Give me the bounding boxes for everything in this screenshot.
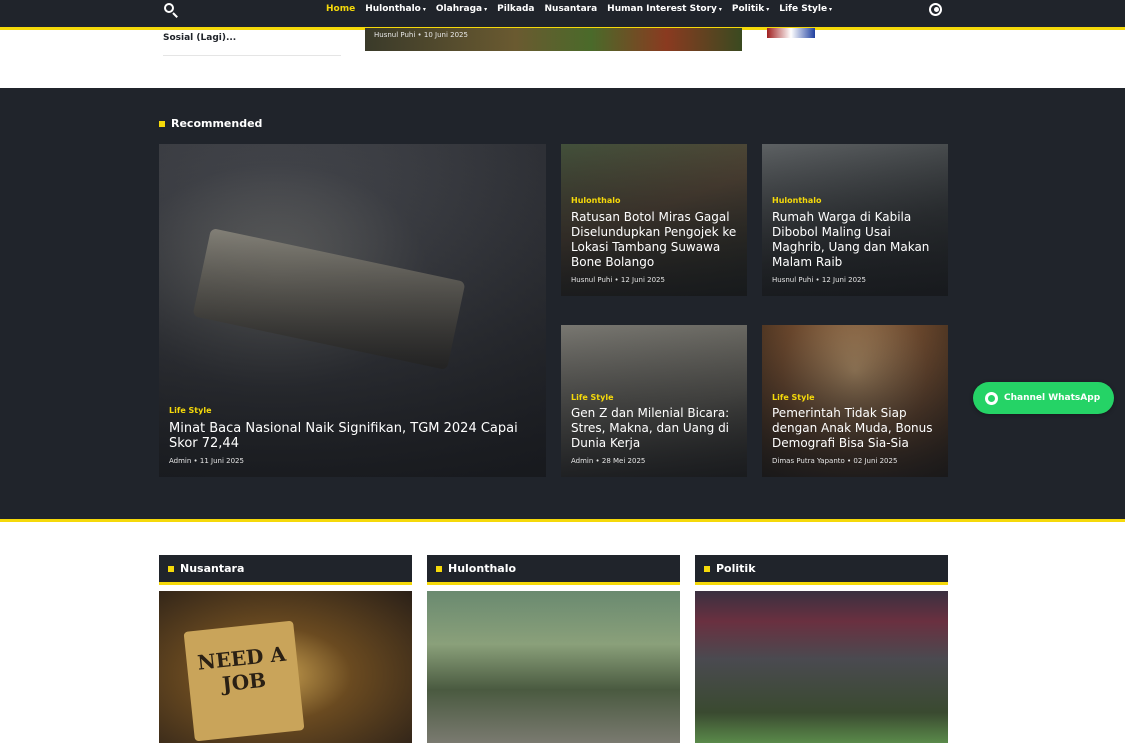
chevron-down-icon: ▾ <box>422 5 426 13</box>
category-label[interactable]: Hulonthalo <box>772 196 821 205</box>
square-bullet-icon <box>436 565 442 572</box>
article-headline[interactable]: Gen Z dan Milenial Bicara: Stres, Makna,… <box>571 406 743 451</box>
chevron-down-icon: ▾ <box>766 5 770 13</box>
whatsapp-label: Channel WhatsApp <box>1004 393 1101 403</box>
article-meta: Admin • 28 Mei 2025 <box>571 457 646 465</box>
article-card[interactable]: Life Style Pemerintah Tidak Siap dengan … <box>762 325 948 477</box>
whatsapp-channel-button[interactable]: Channel WhatsApp <box>973 382 1114 414</box>
nav-item-olahraga[interactable]: Olahraga ▾ <box>436 4 487 14</box>
category-label[interactable]: Hulonthalo <box>571 196 620 205</box>
article-thumbnail[interactable] <box>767 28 815 38</box>
nav-item-home[interactable]: Home <box>326 4 355 14</box>
nav-item-politik[interactable]: Politik ▾ <box>732 4 769 14</box>
globe-icon[interactable] <box>929 3 942 16</box>
square-bullet-icon <box>168 565 174 572</box>
category-header[interactable]: Politik <box>695 555 948 582</box>
nav-item-hulonthalo[interactable]: Hulonthalo ▾ <box>365 4 426 14</box>
article-card[interactable]: Life Style Gen Z dan Milenial Bicara: St… <box>561 325 747 477</box>
section-accent-stripe <box>0 519 1125 522</box>
square-bullet-icon <box>704 565 710 572</box>
nav-item-life-style[interactable]: Life Style ▾ <box>779 4 832 14</box>
article-meta: Husnul Puhi • 10 Juni 2025 <box>374 31 468 39</box>
article-meta: Dimas Putra Yapanto • 02 Juni 2025 <box>772 457 898 465</box>
cardboard-sign: NEED A JOB <box>183 620 305 742</box>
category-accent-stripe <box>159 582 412 585</box>
chevron-down-icon: ▾ <box>484 5 488 13</box>
chevron-down-icon: ▾ <box>718 5 722 13</box>
article-title-link[interactable]: Sosial (Lagi)... <box>163 33 341 43</box>
category-block-hulonthalo: Hulonthalo <box>427 555 680 743</box>
divider <box>163 55 341 56</box>
nav-item-nusantara[interactable]: Nusantara <box>545 4 598 14</box>
article-meta: Husnul Puhi • 12 Juni 2025 <box>571 276 665 284</box>
article-card[interactable]: Hulonthalo Ratusan Botol Miras Gagal Dis… <box>561 144 747 296</box>
category-header[interactable]: Nusantara <box>159 555 412 582</box>
article-image[interactable]: NEED A JOB <box>159 591 412 743</box>
article-headline[interactable]: Ratusan Botol Miras Gagal Diselundupkan … <box>571 210 743 270</box>
square-bullet-icon <box>159 120 165 127</box>
main-nav: Home Hulonthalo ▾ Olahraga ▾ Pilkada Nusan… <box>326 4 832 14</box>
whatsapp-icon <box>985 391 998 405</box>
category-block-nusantara: Nusantara NEED A JOB <box>159 555 412 743</box>
search-icon[interactable] <box>164 3 178 18</box>
article-headline[interactable]: Minat Baca Nasional Naik Signifikan, TGM… <box>169 421 539 451</box>
article-image[interactable] <box>695 591 948 743</box>
chevron-down-icon: ▾ <box>829 5 833 13</box>
category-header[interactable]: Hulonthalo <box>427 555 680 582</box>
section-title: Recommended <box>159 117 262 130</box>
article-headline[interactable]: Rumah Warga di Kabila Dibobol Maling Usa… <box>772 210 944 270</box>
category-label[interactable]: Life Style <box>571 393 614 402</box>
article-headline[interactable]: Pemerintah Tidak Siap dengan Anak Muda, … <box>772 406 944 451</box>
nav-item-pilkada[interactable]: Pilkada <box>497 4 534 14</box>
recommended-section: Recommended Life Style Minat Baca Nasion… <box>0 88 1125 521</box>
article-meta: Admin • 11 Juni 2025 <box>169 457 244 465</box>
top-navbar: Home Hulonthalo ▾ Olahraga ▾ Pilkada Nusan… <box>0 0 1125 28</box>
article-meta: Husnul Puhi • 12 Juni 2025 <box>772 276 866 284</box>
featured-article-card[interactable]: Life Style Minat Baca Nasional Naik Sign… <box>159 144 546 477</box>
category-label[interactable]: Life Style <box>772 393 815 402</box>
category-accent-stripe <box>695 582 948 585</box>
category-accent-stripe <box>427 582 680 585</box>
article-image[interactable] <box>427 591 680 743</box>
article-card[interactable]: Hulonthalo Rumah Warga di Kabila Dibobol… <box>762 144 948 296</box>
category-label[interactable]: Life Style <box>169 406 212 415</box>
category-block-politik: Politik <box>695 555 948 743</box>
nav-item-human-interest[interactable]: Human Interest Story ▾ <box>607 4 722 14</box>
